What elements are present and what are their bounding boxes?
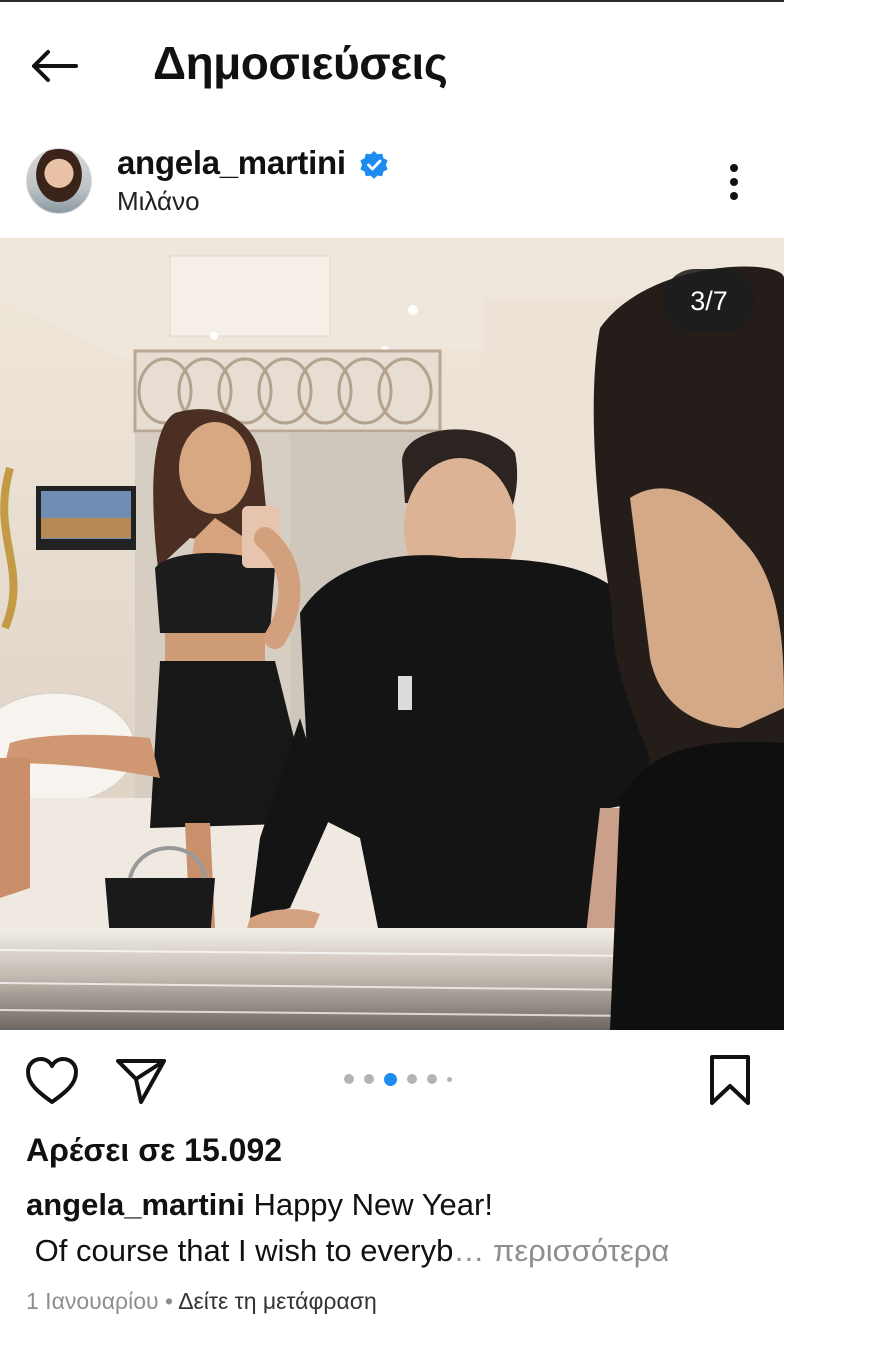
likes-count[interactable]: Αρέσει σε 15.092 xyxy=(26,1132,282,1169)
post-date: 1 Ιανουαρίου xyxy=(26,1288,159,1314)
carousel-dot xyxy=(407,1074,417,1084)
post-photo[interactable]: 3/7 xyxy=(0,238,784,1030)
caption-text-1: Happy New Year! xyxy=(253,1187,493,1222)
caption-username[interactable]: angela_martini xyxy=(26,1187,245,1222)
caption-text-2: Of course that I wish to everyb xyxy=(34,1233,454,1268)
top-bar: Δημοσιεύσεις xyxy=(0,30,784,100)
post-caption: angela_martini Happy New Year! Of course… xyxy=(26,1182,766,1274)
more-dot xyxy=(730,178,738,186)
post-header: angela_martini Μιλάνο xyxy=(0,140,784,230)
avatar[interactable] xyxy=(26,148,92,214)
more-options-button[interactable] xyxy=(718,160,750,204)
more-link[interactable]: περισσότερα xyxy=(493,1233,669,1268)
post-username[interactable]: angela_martini xyxy=(117,144,346,182)
more-vertical-icon xyxy=(730,164,738,172)
mirror-selfie-photo xyxy=(0,238,784,1030)
carousel-dot xyxy=(344,1074,354,1084)
share-button[interactable] xyxy=(114,1053,168,1107)
meta-separator: • xyxy=(165,1288,174,1314)
page-title: Δημοσιεύσεις xyxy=(153,37,448,89)
app-screen: Δημοσιεύσεις angela_martini Μιλάνο 3/7 Α… xyxy=(0,0,784,1357)
carousel-dot xyxy=(427,1074,437,1084)
status-divider xyxy=(0,0,784,2)
carousel-indicator xyxy=(344,1072,462,1086)
arrow-left-icon xyxy=(32,50,78,82)
more-dot xyxy=(730,192,738,200)
post-location[interactable]: Μιλάνο xyxy=(117,186,200,217)
carousel-dot-active xyxy=(384,1072,397,1086)
caption-ellipsis: … xyxy=(453,1233,485,1268)
verified-badge-icon xyxy=(360,151,388,179)
caption-line-2: Of course that I wish to everyb… περισσό… xyxy=(26,1228,766,1274)
carousel-dot xyxy=(364,1074,374,1084)
post-meta: 1 Ιανουαρίου • Δείτε τη μετάφραση xyxy=(26,1288,377,1315)
translate-link[interactable]: Δείτε τη μετάφραση xyxy=(178,1288,377,1314)
paper-plane-icon xyxy=(116,1059,166,1104)
heart-icon xyxy=(26,1057,78,1104)
like-button[interactable] xyxy=(24,1055,80,1107)
back-button[interactable] xyxy=(26,42,86,90)
save-button[interactable] xyxy=(706,1053,754,1109)
caption-line-1: angela_martini Happy New Year! xyxy=(26,1182,766,1228)
carousel-counter: 3/7 xyxy=(663,269,755,333)
bookmark-icon xyxy=(710,1055,750,1105)
carousel-dot xyxy=(447,1076,452,1082)
post-actions xyxy=(0,1045,784,1115)
